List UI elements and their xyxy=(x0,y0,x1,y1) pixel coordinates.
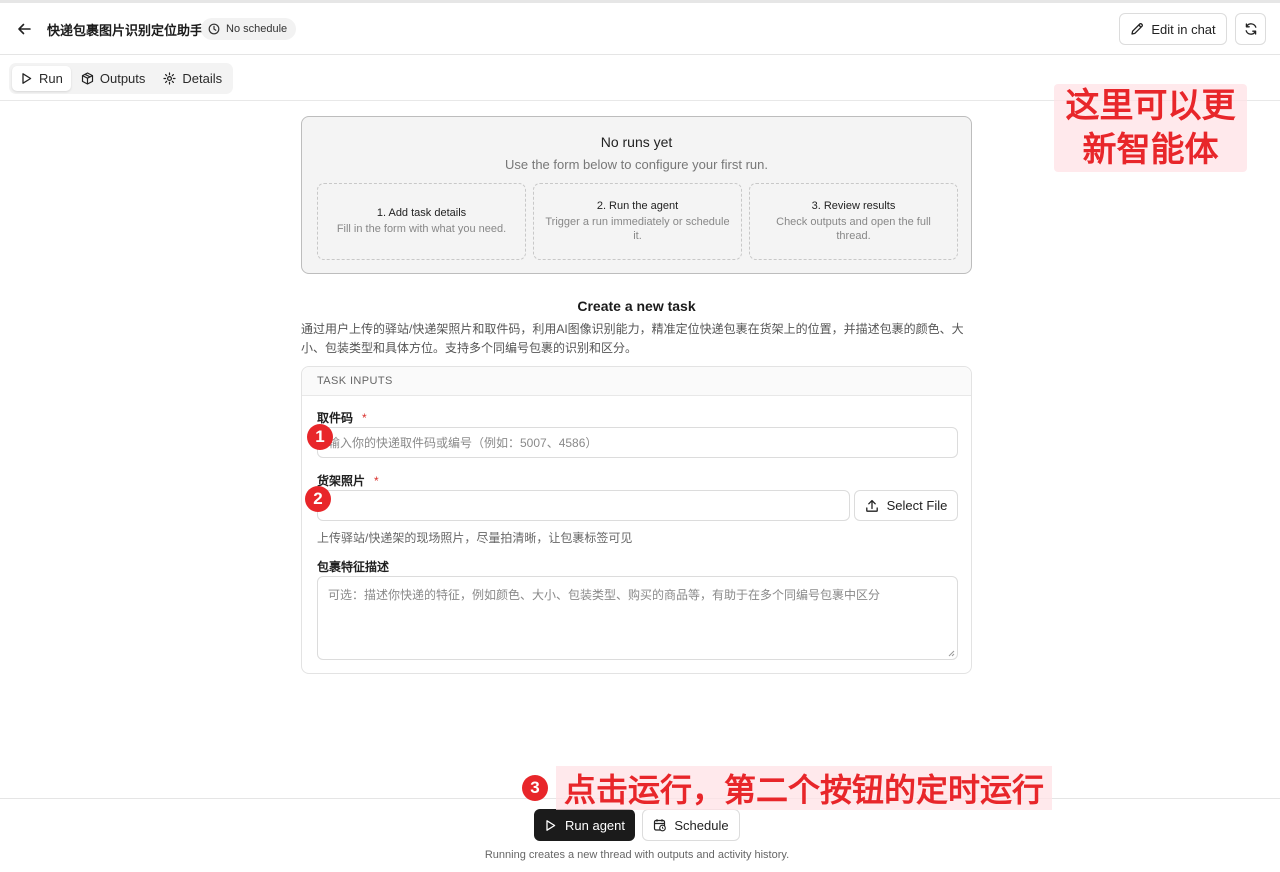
step-card-run-agent: 2. Run the agent Trigger a run immediate… xyxy=(533,183,742,260)
shelf-photo-hint: 上传驿站/快递架的现场照片，尽量拍清晰，让包裹标签可见 xyxy=(317,531,633,545)
step-title: 3. Review results xyxy=(811,200,896,212)
annotation-note-update-agent: 这里可以更 新智能体 xyxy=(1054,84,1247,172)
box-icon xyxy=(81,72,93,85)
tab-run-label: Run xyxy=(39,71,63,86)
tab-outputs-label: Outputs xyxy=(99,71,146,86)
edit-in-chat-label: Edit in chat xyxy=(1151,21,1216,37)
step-card-review-results: 3. Review results Check outputs and open… xyxy=(749,183,958,260)
annotation-note-line: 新智能体 xyxy=(1082,131,1219,169)
schedule-badge-label: No schedule xyxy=(226,23,288,35)
play-icon xyxy=(546,819,556,831)
clock-icon xyxy=(208,23,220,35)
annotation-run-instruction: 3 点击运行，第二个按钮的定时运行 xyxy=(522,766,1053,810)
footer-note: Running creates a new thread with output… xyxy=(484,849,790,861)
schedule-status-badge: No schedule xyxy=(201,18,297,40)
step-title: 2. Run the agent xyxy=(596,200,679,212)
refresh-icon xyxy=(1245,23,1256,35)
page-header: 快递包裹图片识别定位助手 No schedule Edit in chat xyxy=(0,3,1280,55)
schedule-label: Schedule xyxy=(674,817,729,833)
tab-details[interactable]: Details xyxy=(155,66,230,91)
shelf-photo-file-input[interactable] xyxy=(317,490,850,521)
edit-in-chat-button[interactable]: Edit in chat xyxy=(1119,13,1227,45)
create-task-description: 通过用户上传的驿站/快递架照片和取件码，利用AI图像识别能力，精准定位快递包裹在… xyxy=(301,322,964,355)
select-file-label: Select File xyxy=(886,498,948,513)
package-desc-textarea[interactable]: 可选：描述你快递的特征，例如颜色、大小、包装类型、购买的商品等，有助于在多个同编… xyxy=(317,576,958,660)
resize-grip-icon[interactable] xyxy=(947,649,955,657)
package-desc-placeholder: 可选：描述你快递的特征，例如颜色、大小、包装类型、购买的商品等，有助于在多个同编… xyxy=(328,588,881,602)
upload-icon xyxy=(865,499,878,512)
pickup-code-placeholder: 输入你的快递取件码或编号（例如：5007、4586） xyxy=(328,436,598,450)
step-desc: Fill in the form with what you need. xyxy=(336,223,507,235)
tab-run[interactable]: Run xyxy=(12,66,71,91)
step-card-add-details: 1. Add task details Fill in the form wit… xyxy=(317,183,526,260)
task-inputs-header: TASK INPUTS xyxy=(302,367,971,396)
package-desc-label: 包裹特征描述 xyxy=(317,560,390,574)
tab-details-label: Details xyxy=(182,71,223,86)
empty-state-panel: No runs yet Use the form below to config… xyxy=(301,116,972,274)
page-title: 快递包裹图片识别定位助手 xyxy=(47,23,204,38)
task-inputs-card: TASK INPUTS 取件码 * 输入你的快递取件码或编号（例如：5007、45… xyxy=(301,366,972,674)
empty-state-subtitle: Use the form below to configure your fir… xyxy=(504,157,768,172)
tab-outputs[interactable]: Outputs xyxy=(73,66,154,91)
pickup-code-input[interactable]: 输入你的快递取件码或编号（例如：5007、4586） xyxy=(317,427,958,458)
annotation-note-line: 这里可以更 xyxy=(1065,87,1236,125)
create-task-title: Create a new task xyxy=(577,298,696,314)
annotation-badge-2: 2 xyxy=(305,486,331,512)
pickup-code-label: 取件码 * xyxy=(317,409,367,426)
annotation-badge-1: 1 xyxy=(307,424,333,450)
empty-state-title: No runs yet xyxy=(600,134,673,150)
select-file-button[interactable]: Select File xyxy=(854,490,958,521)
play-icon xyxy=(22,73,32,84)
pencil-icon xyxy=(1131,23,1144,35)
annotation-run-text: 点击运行，第二个按钮的定时运行 xyxy=(556,766,1053,810)
arrow-left-icon xyxy=(18,23,31,35)
required-mark: * xyxy=(362,411,367,425)
schedule-button[interactable]: Schedule xyxy=(642,809,740,841)
gear-icon xyxy=(163,72,176,85)
back-button[interactable] xyxy=(12,17,36,41)
annotation-badge-3: 3 xyxy=(522,775,548,801)
step-title: 1. Add task details xyxy=(376,207,467,219)
required-mark: * xyxy=(374,474,379,488)
pickup-code-label-text: 取件码 xyxy=(317,411,354,425)
run-agent-button[interactable]: Run agent xyxy=(534,809,635,841)
step-desc: Trigger a run immediately or schedule it… xyxy=(545,216,730,242)
tab-list: Run Outputs Details xyxy=(9,63,234,94)
shelf-photo-label-text: 货架照片 xyxy=(317,474,366,488)
shelf-photo-label: 货架照片 * xyxy=(317,472,379,489)
run-agent-label: Run agent xyxy=(565,817,625,833)
refresh-button[interactable] xyxy=(1235,13,1266,45)
step-desc: Check outputs and open the full thread. xyxy=(776,216,931,242)
calendar-clock-icon xyxy=(654,819,667,832)
